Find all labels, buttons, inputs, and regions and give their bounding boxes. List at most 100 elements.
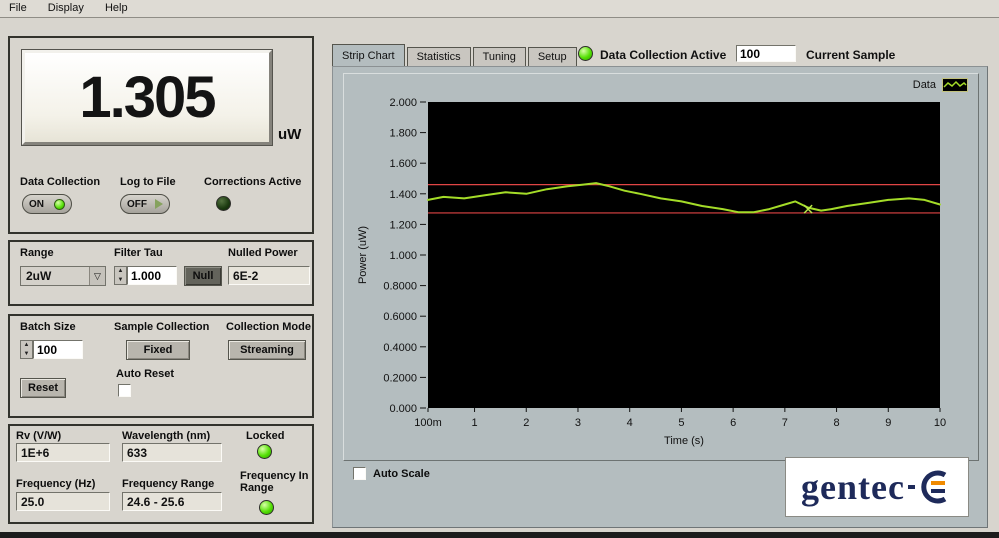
frequency-label: Frequency (Hz) — [16, 478, 95, 490]
menu-bar: File Display Help — [0, 0, 999, 18]
menu-display[interactable]: Display — [39, 0, 93, 16]
menu-file[interactable]: File — [0, 0, 36, 16]
range-box: Range Filter Tau Nulled Power 2uW ▽ ▲ ▼ … — [8, 240, 314, 306]
wavelength-field: 633 — [122, 443, 222, 462]
filter-tau-input[interactable] — [127, 266, 177, 285]
locked-label: Locked — [246, 430, 285, 442]
log-to-file-label: Log to File — [120, 176, 176, 188]
tab-strip: Strip Chart Statistics Tuning Setup — [332, 44, 579, 66]
x-tick-label: 8 — [834, 417, 840, 429]
sensor-box: Rv (V/W) Wavelength (nm) Locked 1E+6 633… — [8, 424, 314, 524]
y-tick-label: 0.000 — [389, 403, 417, 415]
range-label: Range — [20, 247, 54, 259]
x-tick-label: 5 — [678, 417, 684, 429]
y-tick-label: 1.200 — [389, 219, 417, 231]
tab-tuning[interactable]: Tuning — [473, 47, 526, 66]
sample-collection-button[interactable]: Fixed — [126, 340, 190, 360]
range-dropdown[interactable]: 2uW ▽ — [20, 266, 106, 286]
spin-down-icon[interactable]: ▼ — [21, 350, 32, 359]
wavelength-label: Wavelength (nm) — [122, 430, 210, 442]
spin-down-icon[interactable]: ▼ — [115, 276, 126, 285]
y-tick-label: 1.800 — [389, 128, 417, 140]
collection-mode-label: Collection Mode — [226, 321, 311, 333]
x-tick-label: 2 — [523, 417, 529, 429]
nulled-power-label: Nulled Power — [228, 247, 298, 259]
log-to-file-toggle[interactable]: OFF — [120, 194, 170, 214]
chart-legend[interactable]: Data — [913, 78, 968, 92]
tab-statistics[interactable]: Statistics — [407, 47, 471, 66]
dropdown-arrow-icon[interactable]: ▽ — [89, 267, 105, 285]
y-tick-label: 1.400 — [389, 189, 417, 201]
plot-area — [428, 102, 940, 408]
log-to-file-toggle-state: OFF — [127, 199, 147, 210]
power-display-box: 1.305 uW Data Collection Log to File Cor… — [8, 36, 314, 234]
x-tick-label: 100m — [414, 417, 442, 429]
rv-label: Rv (V/W) — [16, 430, 61, 442]
rv-field: 1E+6 — [16, 443, 110, 462]
current-sample-input[interactable] — [736, 45, 796, 62]
x-tick-label: 9 — [885, 417, 891, 429]
locked-led — [257, 444, 272, 459]
data-collection-active-label: Data Collection Active — [600, 48, 726, 62]
x-tick-label: 7 — [782, 417, 788, 429]
null-button[interactable]: Null — [184, 266, 222, 286]
toggle-on-indicator-icon — [54, 199, 65, 210]
range-dropdown-value: 2uW — [21, 269, 89, 283]
data-collection-active-led — [578, 46, 593, 61]
data-collection-toggle-state: ON — [29, 199, 44, 210]
corrections-active-led — [216, 196, 231, 211]
power-readout-screen: 1.305 — [22, 50, 272, 145]
spin-up-icon[interactable]: ▲ — [21, 341, 32, 350]
frequency-in-range-led — [259, 500, 274, 515]
gentec-logo: gentec — [785, 457, 969, 517]
frequency-range-label: Frequency Range — [122, 478, 214, 490]
frequency-range-field: 24.6 - 25.6 — [122, 492, 222, 511]
gentec-eo-symbol-icon — [907, 467, 953, 507]
y-axis-label: Power (uW) — [357, 226, 369, 284]
legend-waveform-icon — [942, 78, 968, 92]
y-tick-label: 0.8000 — [383, 281, 417, 293]
y-tick-label: 0.4000 — [383, 342, 417, 354]
reset-button[interactable]: Reset — [20, 378, 66, 398]
batch-size-spinner[interactable]: ▲ ▼ — [20, 340, 33, 359]
power-unit-label: uW — [278, 126, 301, 143]
tab-strip-chart[interactable]: Strip Chart — [332, 44, 405, 66]
spin-up-icon[interactable]: ▲ — [115, 267, 126, 276]
x-axis-label: Time (s) — [664, 435, 704, 447]
auto-reset-checkbox[interactable] — [118, 384, 131, 397]
filter-tau-spinner[interactable]: ▲ ▼ — [114, 266, 127, 285]
y-tick-label: 0.2000 — [383, 372, 417, 384]
auto-reset-label: Auto Reset — [116, 368, 174, 380]
x-tick-label: 10 — [934, 417, 946, 429]
data-collection-label: Data Collection — [20, 176, 100, 188]
tab-setup[interactable]: Setup — [528, 47, 577, 66]
y-tick-label: 1.000 — [389, 250, 417, 262]
x-tick-label: 1 — [471, 417, 477, 429]
collection-mode-button[interactable]: Streaming — [228, 340, 306, 360]
strip-chart-panel: Data 2.000 1.800 1.600 1.400 1.200 1.000 0.800… — [332, 66, 988, 528]
toggle-lever-icon — [155, 199, 163, 209]
current-sample-label: Current Sample — [806, 48, 895, 62]
y-tick-label: 1.600 — [389, 158, 417, 170]
power-readout-value: 1.305 — [79, 64, 214, 131]
frequency-in-range-label: Frequency In Range — [240, 470, 312, 494]
corrections-active-label: Corrections Active — [204, 176, 301, 188]
legend-label: Data — [913, 79, 936, 91]
batch-size-input[interactable] — [33, 340, 83, 359]
gentec-logo-text: gentec — [801, 466, 905, 508]
frequency-field: 25.0 — [16, 492, 110, 511]
nulled-power-field: 6E-2 — [228, 266, 310, 285]
menu-help[interactable]: Help — [96, 0, 137, 16]
y-tick-label: 2.000 — [389, 97, 417, 109]
auto-scale-label: Auto Scale — [373, 468, 430, 480]
auto-scale-checkbox[interactable] — [353, 467, 366, 480]
strip-chart: 2.000 1.800 1.600 1.400 1.200 1.000 0.8000 0.60… — [350, 96, 972, 448]
batch-box: Batch Size Sample Collection Collection … — [8, 314, 314, 418]
chart-frame: Data 2.000 1.800 1.600 1.400 1.200 1.000 0.800… — [343, 73, 979, 461]
sample-collection-label: Sample Collection — [114, 321, 209, 333]
filter-tau-label: Filter Tau — [114, 247, 163, 259]
x-tick-label: 6 — [730, 417, 736, 429]
x-tick-label: 4 — [627, 417, 633, 429]
data-collection-toggle[interactable]: ON — [22, 194, 72, 214]
y-tick-label: 0.6000 — [383, 311, 417, 323]
